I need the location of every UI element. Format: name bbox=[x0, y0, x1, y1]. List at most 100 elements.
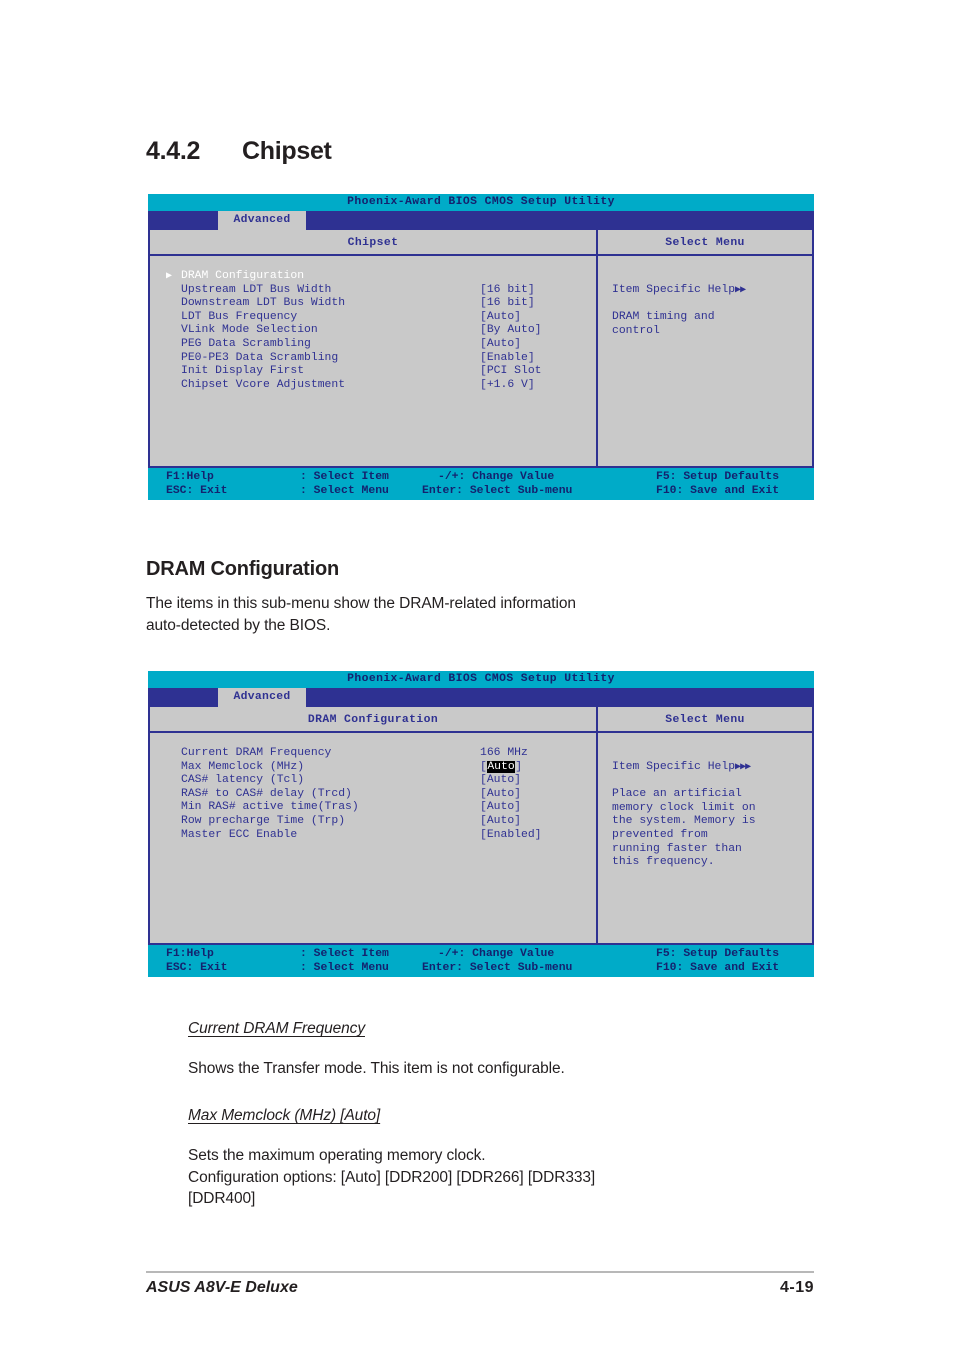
bios-body: DRAM Configuration Current DRAM Frequenc… bbox=[148, 707, 814, 945]
max-memclock-line-3: [DDR400] bbox=[188, 1190, 256, 1207]
bios-item-label: PE0-PE3 Data Scrambling bbox=[181, 351, 339, 364]
bios-item-label: Upstream LDT Bus Width bbox=[181, 283, 332, 296]
bios-item-row[interactable]: RAS# to CAS# delay (Trcd) [Auto] bbox=[166, 788, 596, 802]
bios-item-label: VLink Mode Selection bbox=[181, 324, 318, 337]
bios-item-row[interactable]: Init Display First [PCI Slot bbox=[166, 365, 596, 379]
bios-item-value[interactable]: [Enable] bbox=[480, 352, 535, 366]
bios-item-value[interactable]: [+1.6 V] bbox=[480, 379, 535, 393]
bios-item-row[interactable]: Row precharge Time (Trp) [Auto] bbox=[166, 815, 596, 829]
key-f1-help: F1:Help bbox=[166, 948, 214, 960]
bios-main-panel: DRAM Configuration Current DRAM Frequenc… bbox=[150, 707, 598, 943]
bios-item-label: DRAM Configuration bbox=[181, 270, 305, 282]
key-select-item: : Select Item bbox=[300, 471, 389, 483]
bios-item-value[interactable]: [PCI Slot bbox=[480, 365, 542, 379]
bios-item-label: Min RAS# active time(Tras) bbox=[181, 801, 359, 814]
key-change-value: -/+: Change Value bbox=[438, 948, 555, 960]
key-f1-help: F1:Help bbox=[166, 471, 214, 483]
tab-advanced[interactable]: Advanced bbox=[218, 211, 306, 230]
bios-help-panel: Select Menu Item Specific Help▶▶ DRAM ti… bbox=[598, 230, 812, 466]
key-select-submenu: Enter: Select Sub-menu bbox=[422, 962, 573, 974]
bios-item-value[interactable]: [Auto] bbox=[480, 311, 521, 325]
paragraph-max-memclock: Sets the maximum operating memory clock.… bbox=[188, 1145, 595, 1210]
heading-max-memclock: Max Memclock (MHz) [Auto] bbox=[188, 1107, 381, 1124]
bios-item-label: RAS# to CAS# delay (Trcd) bbox=[181, 787, 352, 800]
bios-item-row[interactable]: CAS# latency (Tcl) [Auto] bbox=[166, 774, 596, 788]
bios-item-value[interactable]: [By Auto] bbox=[480, 324, 542, 338]
bios-screenshot-chipset: Phoenix-Award BIOS CMOS Setup Utility Ad… bbox=[148, 194, 814, 500]
bios-item-value[interactable]: [Enabled] bbox=[480, 829, 542, 843]
selected-value-highlight: Auto bbox=[486, 760, 516, 773]
bios-item-row[interactable]: Downstream LDT Bus Width [16 bit] bbox=[166, 297, 596, 311]
triple-right-arrow-icon: ▶▶▶ bbox=[735, 762, 751, 773]
bios-item-value[interactable]: [16 bit] bbox=[480, 297, 535, 311]
bios-item-list: ▶ DRAM Configuration Upstream LDT Bus Widt… bbox=[150, 256, 596, 466]
bios-item-value[interactable]: [Auto] bbox=[480, 801, 521, 815]
bios-item-label: CAS# latency (Tcl) bbox=[181, 774, 305, 787]
help-text-line: memory clock limit on bbox=[612, 801, 756, 814]
paragraph-dram-configuration: The items in this sub-menu show the DRAM… bbox=[146, 593, 576, 636]
bios-screenshot-dram-configuration: Phoenix-Award BIOS CMOS Setup Utility Ad… bbox=[148, 671, 814, 977]
help-text-line: Place an artificial bbox=[612, 788, 742, 801]
panel-title-dram-configuration: DRAM Configuration bbox=[150, 707, 596, 733]
key-esc-exit: ESC: Exit bbox=[166, 485, 228, 497]
bios-item-row[interactable]: PEG Data Scrambling [Auto] bbox=[166, 338, 596, 352]
bios-item-value[interactable]: 166 MHz bbox=[480, 747, 528, 761]
panel-title-chipset: Chipset bbox=[150, 230, 596, 256]
page-title: 4.4.2 Chipset bbox=[146, 137, 332, 166]
paragraph-current-dram-frequency: Shows the Transfer mode. This item is no… bbox=[188, 1060, 565, 1077]
bios-item-value[interactable]: [Auto] bbox=[480, 774, 521, 788]
key-setup-defaults: F5: Setup Defaults bbox=[656, 948, 780, 960]
panel-title-select-menu: Select Menu bbox=[598, 230, 812, 256]
bios-item-row[interactable]: Min RAS# active time(Tras) [Auto] bbox=[166, 801, 596, 815]
bios-item-list: Current DRAM Frequency 166 MHz Max Memcloc… bbox=[150, 733, 596, 943]
key-change-value: -/+: Change Value bbox=[438, 471, 555, 483]
footer-page-number: 4-19 bbox=[779, 1279, 814, 1296]
manual-page: 4.4.2 Chipset Phoenix-Award BIOS CMOS Set… bbox=[0, 0, 954, 1351]
help-text-line: control bbox=[612, 324, 660, 337]
bios-title-bar: Phoenix-Award BIOS CMOS Setup Utility bbox=[148, 671, 814, 688]
bios-item-label: Init Display First bbox=[181, 365, 305, 378]
key-select-menu: : Select Menu bbox=[300, 485, 389, 497]
bios-tab-bar: Advanced bbox=[148, 211, 814, 230]
bios-item-label: Current DRAM Frequency bbox=[181, 747, 332, 759]
bios-item-value[interactable]: [16 bit] bbox=[480, 284, 535, 298]
bios-item-label: Chipset Vcore Adjustment bbox=[181, 378, 346, 391]
bios-item-row[interactable]: PE0-PE3 Data Scrambling [Enable] bbox=[166, 352, 596, 366]
bios-body: Chipset ▶ DRAM Configuration Upstream LDT … bbox=[148, 230, 814, 468]
key-save-exit: F10: Save and Exit bbox=[656, 485, 780, 497]
max-memclock-line-1: Sets the maximum operating memory clock. bbox=[188, 1147, 486, 1164]
bios-item-row[interactable]: VLink Mode Selection [By Auto] bbox=[166, 324, 596, 338]
bios-item-value[interactable]: [Auto] bbox=[480, 815, 521, 829]
bios-item-row[interactable]: Master ECC Enable [Enabled] bbox=[166, 829, 596, 843]
bios-item-value[interactable]: [Auto] bbox=[480, 338, 521, 352]
bios-item-value[interactable]: [Auto] bbox=[480, 788, 521, 802]
bios-title-bar: Phoenix-Award BIOS CMOS Setup Utility bbox=[148, 194, 814, 211]
bios-tab-bar: Advanced bbox=[148, 688, 814, 707]
item-specific-help: Item Specific Help▶▶▶ Place an artificia… bbox=[598, 747, 812, 870]
bios-item-row[interactable]: Current DRAM Frequency 166 MHz bbox=[166, 747, 596, 761]
bios-item-row[interactable]: Max Memclock (MHz) [Auto] bbox=[166, 760, 596, 775]
footer-divider bbox=[146, 1271, 814, 1273]
help-heading: Item Specific Help bbox=[612, 761, 736, 773]
help-text-line: the system. Memory is bbox=[612, 815, 756, 828]
bios-main-panel: Chipset ▶ DRAM Configuration Upstream LDT … bbox=[150, 230, 598, 466]
key-select-item: : Select Item bbox=[300, 948, 389, 960]
footer-product-name: ASUS A8V-E Deluxe bbox=[146, 1279, 298, 1296]
tab-advanced[interactable]: Advanced bbox=[218, 688, 306, 707]
bios-key-legend: F1:Help ESC: Exit : Select Item : Select… bbox=[148, 468, 814, 500]
bios-item-row[interactable]: LDT Bus Frequency [Auto] bbox=[166, 311, 596, 325]
bios-item-value[interactable]: [Auto] bbox=[480, 760, 522, 775]
bios-item-label: LDT Bus Frequency bbox=[181, 310, 298, 323]
section-title: Chipset bbox=[242, 137, 332, 165]
heading-current-dram-frequency: Current DRAM Frequency bbox=[188, 1020, 365, 1037]
panel-title-select-menu: Select Menu bbox=[598, 707, 812, 733]
help-text-line: DRAM timing and bbox=[612, 311, 715, 324]
max-memclock-line-2: Configuration options: [Auto] [DDR200] [… bbox=[188, 1168, 596, 1186]
key-save-exit: F10: Save and Exit bbox=[656, 962, 780, 974]
bios-item-row[interactable]: Chipset Vcore Adjustment [+1.6 V] bbox=[166, 379, 596, 393]
bios-item-row[interactable]: ▶ DRAM Configuration bbox=[166, 270, 596, 284]
bios-item-row[interactable]: Upstream LDT Bus Width [16 bit] bbox=[166, 284, 596, 298]
section-number: 4.4.2 bbox=[146, 137, 201, 165]
key-esc-exit: ESC: Exit bbox=[166, 962, 228, 974]
bios-item-label: PEG Data Scrambling bbox=[181, 337, 311, 350]
